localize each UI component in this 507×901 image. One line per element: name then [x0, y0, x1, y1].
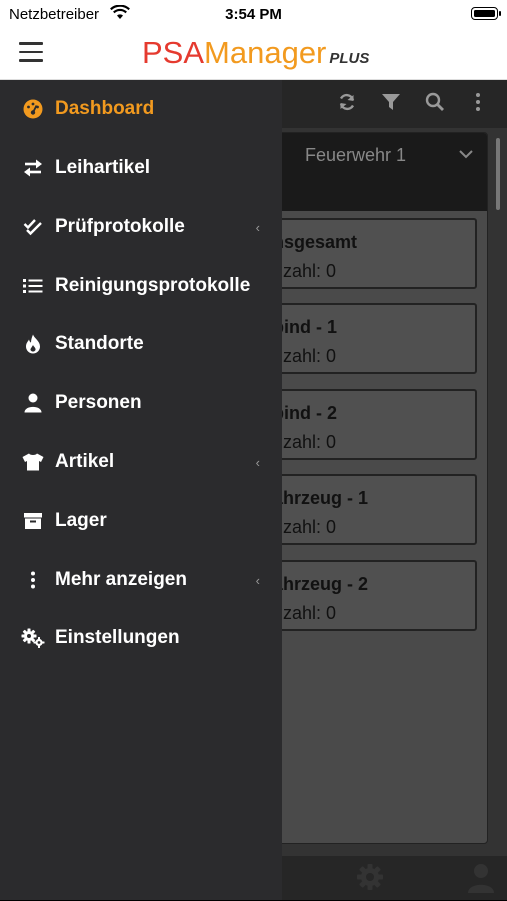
menu-item-standorte[interactable]: Standorte: [0, 319, 282, 369]
clock: 3:54 PM: [225, 6, 282, 23]
scrollbar[interactable]: [496, 138, 500, 210]
navigation-drawer: Dashboard Leihartikel Prüfprotokolle ‹ R…: [0, 80, 282, 900]
logo-plus: PLUS: [329, 50, 370, 67]
app-logo: PSAManager PLUS: [142, 35, 369, 71]
menu-item-lager[interactable]: Lager: [0, 496, 282, 546]
filter-icon[interactable]: [381, 92, 401, 118]
search-icon[interactable]: [425, 92, 445, 118]
menu-item-artikel[interactable]: Artikel ‹: [0, 437, 282, 487]
storage-card-name: ahrzeug - 1: [273, 488, 369, 508]
storage-card-name: ahrzeug - 2: [273, 574, 369, 594]
archive-icon: [21, 512, 45, 530]
storage-card[interactable]: ahrzeug - 1 nzahl: 0: [271, 474, 477, 545]
storage-card-count: nzahl: 0: [273, 517, 337, 537]
dashboard-icon: [21, 99, 45, 119]
menu-item-mehr-anzeigen[interactable]: Mehr anzeigen ‹: [0, 555, 282, 605]
exchange-icon: [21, 159, 45, 177]
storage-card-name: pind - 1: [273, 317, 337, 337]
more-vertical-icon[interactable]: [474, 92, 482, 118]
storage-card[interactable]: pind - 1 nzahl: 0: [271, 303, 477, 374]
person-icon[interactable]: [466, 862, 496, 901]
storage-card-name: pind - 2: [273, 403, 337, 423]
battery-icon: [471, 7, 501, 20]
refresh-icon[interactable]: [337, 92, 357, 118]
menu-item-leihartikel[interactable]: Leihartikel: [0, 143, 282, 193]
menu-label: Leihartikel: [55, 157, 151, 178]
location-panel: Feuerwehr 1 nsgesamt nzahl: 0 pind - 1 n…: [270, 132, 488, 844]
shirt-icon: [21, 453, 45, 471]
storage-card-count: nzahl: 0: [273, 603, 337, 623]
fire-icon: [21, 334, 45, 354]
menu-label: Einstellungen: [55, 627, 180, 648]
check-double-icon: [21, 218, 45, 236]
chevron-left-icon: ‹: [255, 572, 260, 588]
location-title: Feuerwehr 1: [305, 145, 407, 165]
app-header: PSAManager PLUS: [0, 28, 507, 80]
location-selector[interactable]: Feuerwehr 1: [271, 133, 487, 211]
storage-card[interactable]: ahrzeug - 2 nzahl: 0: [271, 560, 477, 631]
menu-label: Reinigungsprotokolle: [55, 275, 251, 296]
menu-label: Mehr anzeigen: [55, 569, 187, 590]
menu-item-personen[interactable]: Personen: [0, 378, 282, 428]
menu-item-pruefprotokolle[interactable]: Prüfprotokolle ‹: [0, 202, 282, 252]
menu-label: Personen: [55, 392, 142, 413]
menu-label: Artikel: [55, 451, 115, 472]
list-icon: [21, 278, 45, 294]
chevron-left-icon: ‹: [255, 454, 260, 470]
menu-toggle-icon[interactable]: [19, 42, 43, 62]
storage-card-count: nzahl: 0: [273, 346, 337, 366]
menu-item-dashboard[interactable]: Dashboard: [0, 84, 282, 134]
menu-label: Lager: [55, 510, 107, 531]
menu-label: Prüfprotokolle: [55, 216, 185, 237]
chevron-left-icon: ‹: [255, 219, 260, 235]
storage-card-count: nzahl: 0: [273, 432, 337, 452]
logo-manager: Manager: [204, 35, 327, 70]
menu-item-einstellungen[interactable]: Einstellungen: [0, 613, 282, 663]
storage-card[interactable]: pind - 2 nzahl: 0: [271, 389, 477, 460]
person-icon: [21, 393, 45, 413]
logo-psa: PSA: [142, 35, 205, 70]
menu-item-reinigungsprotokolle[interactable]: Reinigungsprotokolle: [0, 261, 282, 311]
storage-card-name: nsgesamt: [273, 232, 358, 252]
gear-icon[interactable]: [355, 862, 385, 899]
storage-card[interactable]: nsgesamt nzahl: 0: [271, 218, 477, 289]
status-bar: Netzbetreiber 3:54 PM: [0, 0, 507, 28]
storage-card-count: nzahl: 0: [273, 261, 337, 281]
menu-label: Standorte: [55, 333, 144, 354]
cogs-icon: [21, 628, 45, 648]
menu-label: Dashboard: [55, 98, 155, 119]
chevron-down-icon: [459, 143, 473, 164]
more-vertical-icon: [21, 571, 45, 589]
